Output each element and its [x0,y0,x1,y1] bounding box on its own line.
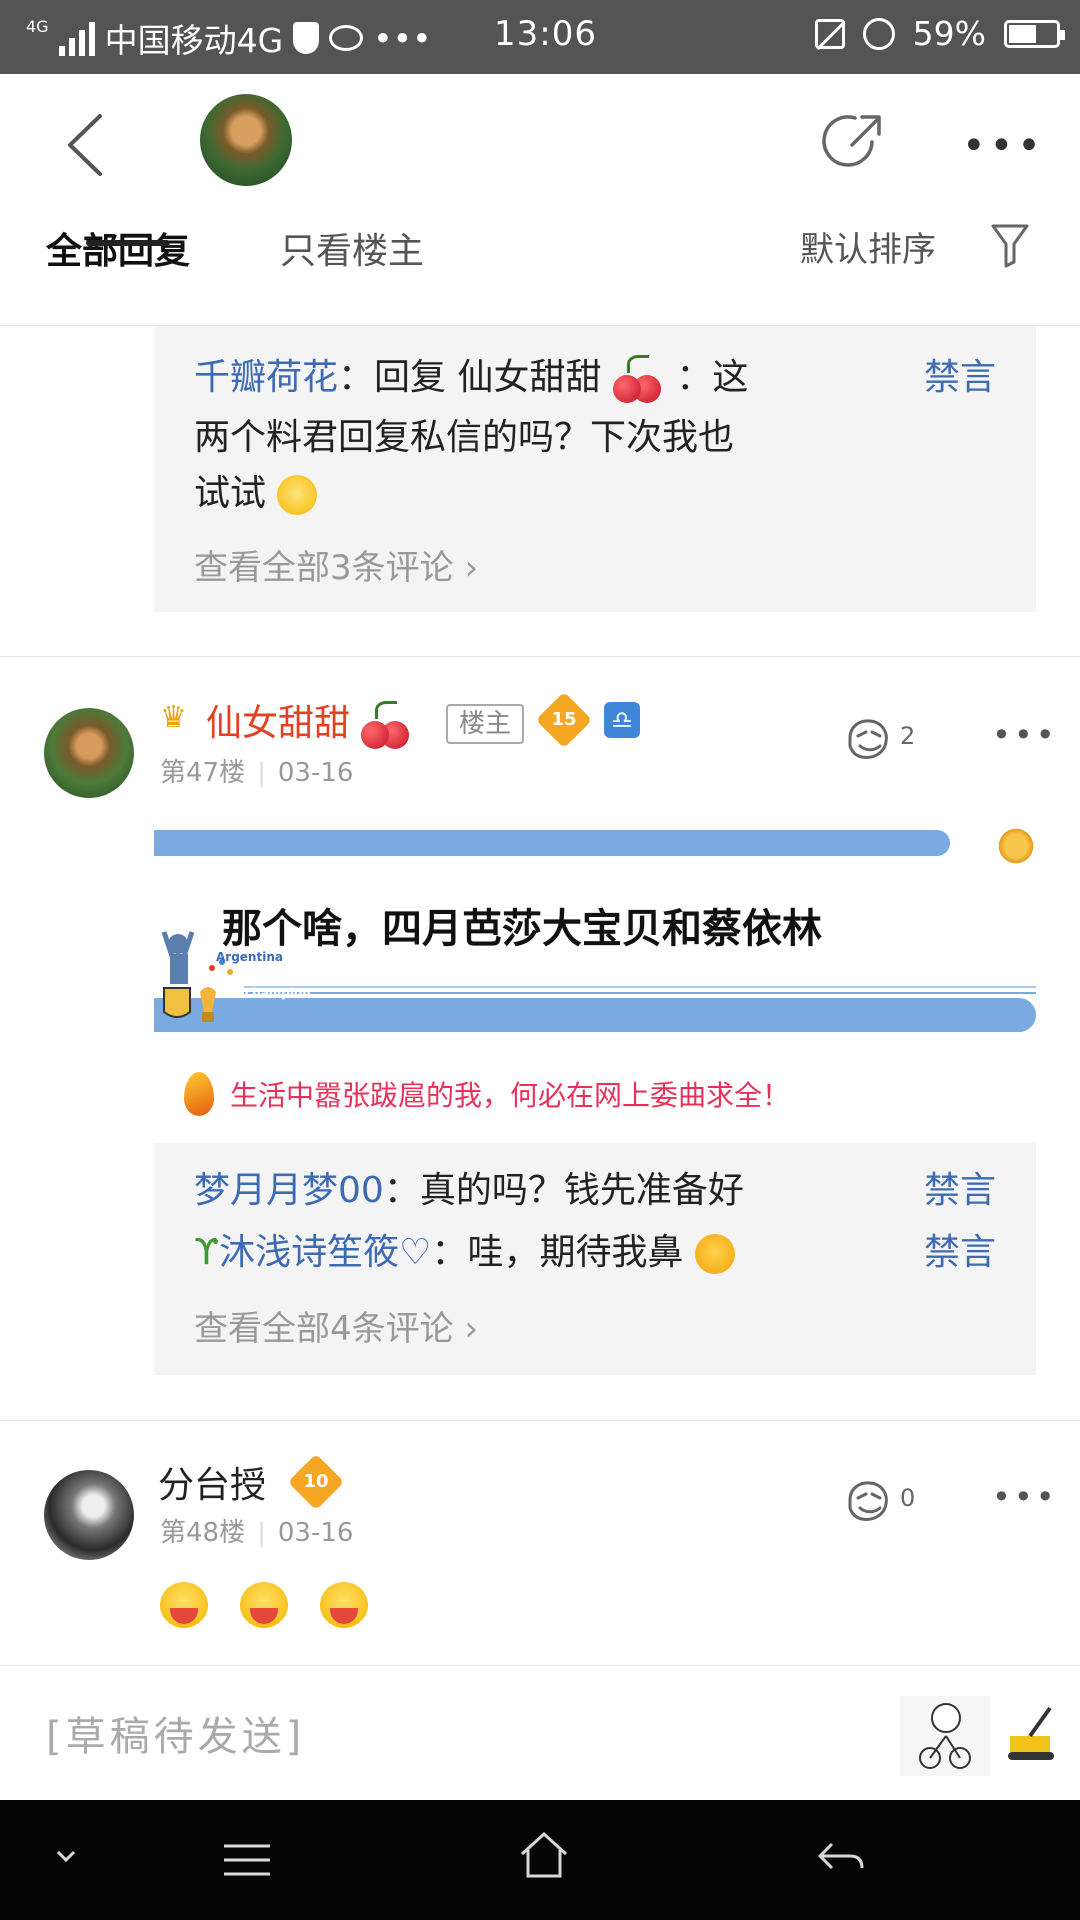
floor-number: 第47楼 [160,758,246,788]
post-divider [0,656,1080,657]
sun-of-may-icon [996,826,1036,866]
share-icon[interactable] [822,108,888,174]
zodiac-icon: ♎ [604,702,640,738]
clock: 13:06 [494,14,597,54]
back-nav-icon[interactable] [814,1838,866,1878]
heart-icon: ♡ [399,1232,432,1273]
active-tab-indicator [86,240,170,246]
sub-comment-user[interactable]: 沐浅诗笙筱 [219,1232,399,1273]
battery-icon [1004,19,1065,48]
level-badge: 15 [535,691,593,749]
shield-icon [293,22,320,54]
level-badge: 10 [287,1453,345,1511]
signal-icon [58,20,95,56]
crown-icon: ♛ [160,700,187,735]
reply-input-bar: [草稿待发送] [0,1665,1080,1800]
sticker-tray[interactable] [900,1696,1080,1776]
status-bar: 4G 中国移动4G ••• 13:06 59% [0,0,1080,74]
chevron-down-icon[interactable] [52,1846,80,1866]
view-all-comments-link[interactable]: 查看全部4条评论 › [194,1301,478,1350]
more-options-icon[interactable]: ••• [962,126,1045,166]
more-notifications-icon: ••• [373,18,432,58]
sub-comment-user[interactable]: 千瓣荷花 [194,357,338,398]
filter-icon[interactable] [990,222,1030,268]
post-username[interactable]: 仙女甜甜 [206,694,413,749]
user-signature: 生活中嚣张跋扈的我，何必在网上委曲求全！ [184,1072,790,1116]
watermelon-emoji [320,1582,368,1628]
home-icon[interactable] [518,1830,570,1880]
watermelon-emoji [240,1582,288,1628]
sub-comment-box: 梦月月梦00：真的吗？钱先准备好 禁言 ϒ沐浅诗笙筱♡：哇，期待我鼻 禁言 查看… [154,1143,1036,1375]
network-type: 4G [26,16,49,36]
post-divider [0,1420,1080,1421]
sprout-icon: ϒ [194,1232,220,1273]
banner-caption: The champion [216,986,311,1000]
back-arrow-icon[interactable] [56,110,116,180]
ban-button[interactable]: 禁言 [924,1223,996,1275]
watermelon-emoji [160,1582,208,1628]
flame-icon [184,1072,214,1116]
ban-button[interactable]: 禁言 [924,348,996,400]
ban-button[interactable]: 禁言 [924,1161,996,1213]
avatar[interactable] [44,1470,134,1560]
sub-comment-text: 两个料君回复私信的吗？下次我也 [194,417,735,458]
post-date: 03-16 [277,1518,354,1548]
reply-tabs: 全部回复 只看楼主 默认排序 [0,222,1080,284]
post-content [160,1582,368,1628]
chevron-right-icon: › [464,1309,479,1349]
sub-comment-row[interactable]: 千瓣荷花：回复 仙女甜甜 ：这 [194,348,748,403]
battery-percent: 59% [912,14,986,53]
mute-icon [814,18,846,50]
like-count: 2 [900,722,916,750]
sub-comment-row[interactable]: 梦月月梦00：真的吗？钱先准备好 [194,1161,744,1213]
banner-top-bar [154,830,950,856]
more-options-icon[interactable]: ••• [992,1478,1058,1516]
post-banner: Argentina 1978 The champion 那个啥，四月芭莎大宝贝和… [154,826,1036,1032]
like-icon[interactable] [842,1478,892,1524]
post-username[interactable]: 分台授 [158,1456,266,1508]
heart-eyes-emoji [694,1234,735,1274]
more-options-icon[interactable]: ••• [992,716,1058,754]
floor-number: 第48楼 [160,1518,246,1548]
sub-comment-user[interactable]: 梦月月梦00 [194,1170,384,1211]
sub-comment-text: 试试 [194,464,318,516]
author-avatar[interactable] [200,94,292,186]
sort-dropdown[interactable]: 默认排序 [800,222,936,271]
post-content: 那个啥，四月芭莎大宝贝和蔡依林 [222,906,822,952]
cherry-emoji [361,701,413,749]
smile-emoji [277,475,318,515]
sub-comment-box: 千瓣荷花：回复 仙女甜甜 ：这 禁言 两个料君回复私信的吗？下次我也 试试 查看… [154,326,1036,612]
post-meta: 第48楼 | 03-16 [160,1518,354,1548]
banner-bottom-bar [154,998,1036,1032]
post-meta: 第47楼 | 03-16 [160,758,354,788]
menu-icon[interactable] [222,1838,272,1882]
tab-all-replies[interactable]: 全部回复 [46,222,190,274]
alarm-icon [862,17,895,50]
view-all-comments-link[interactable]: 查看全部3条评论 › [194,540,478,589]
avatar[interactable] [44,708,134,798]
cherry-emoji [612,355,665,403]
owner-badge: 楼主 [446,704,524,744]
post-date: 03-16 [277,758,354,788]
tab-owner-only[interactable]: 只看楼主 [280,222,424,274]
chevron-right-icon: › [464,548,479,588]
thread-header: ••• 全部回复 只看楼主 默认排序 [0,74,1080,284]
sub-comment-row[interactable]: ϒ沐浅诗笙筱♡：哇，期待我鼻 [194,1223,735,1275]
like-count: 0 [900,1484,916,1512]
weibo-icon [329,25,364,51]
like-icon[interactable] [842,716,892,762]
draft-input[interactable]: [草稿待发送] [46,1704,305,1762]
carrier-name: 中国移动4G [104,21,284,60]
system-nav-bar [0,1800,1080,1920]
